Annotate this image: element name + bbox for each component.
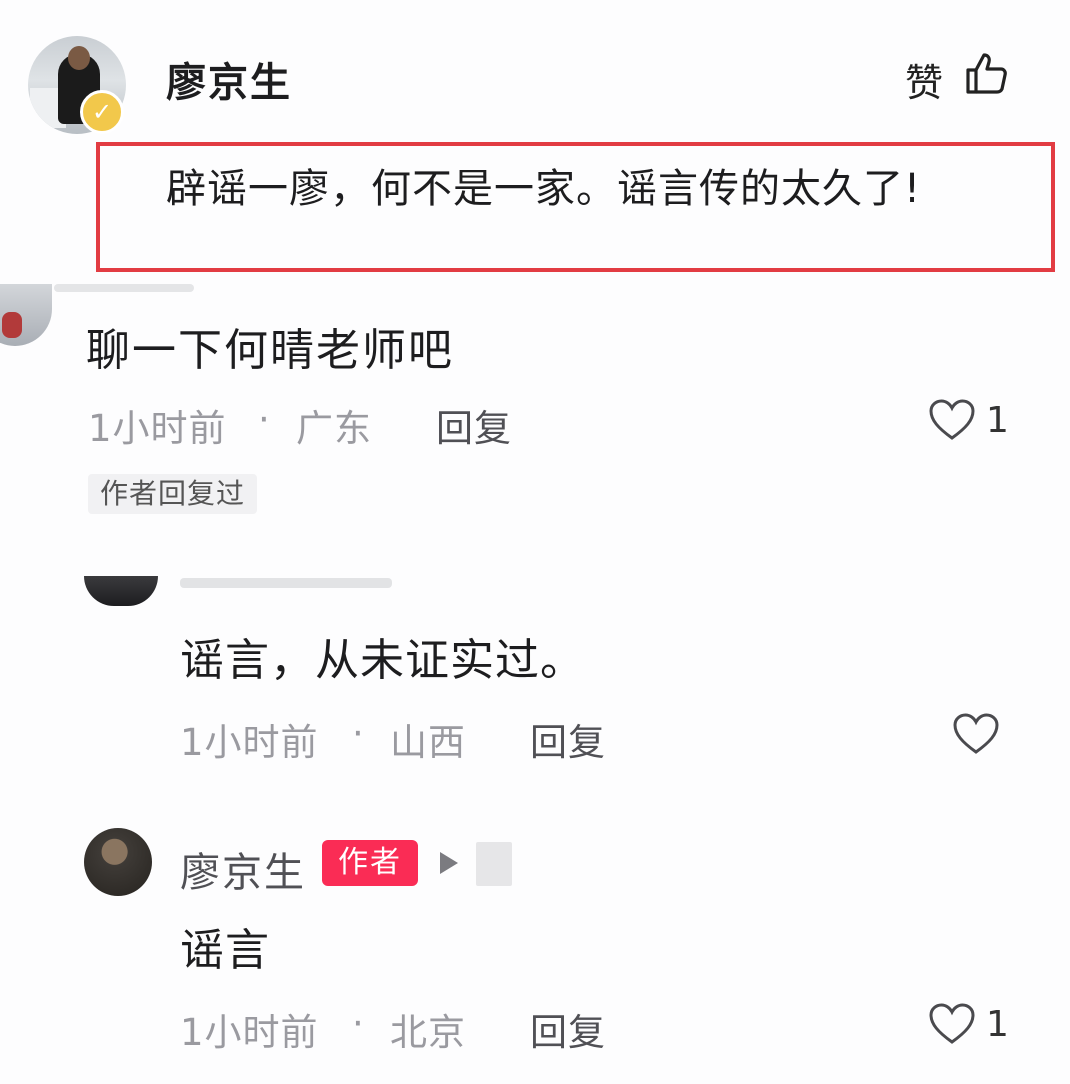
author-reply-avatar[interactable] <box>84 828 152 896</box>
like-label[interactable]: 赞 <box>905 52 943 107</box>
comment-location: 广东 <box>296 407 372 450</box>
reply-avatar[interactable] <box>84 576 158 606</box>
author-reply-location: 北京 <box>390 1011 466 1054</box>
reply-user-name-blurred <box>180 578 392 588</box>
heart-icon <box>953 713 999 754</box>
author-replied-tag: 作者回复过 <box>88 474 258 514</box>
top-comment-text: 辟谣一廖，何不是一家。谣言传的太久了! <box>166 166 922 212</box>
verified-icon: ✓ <box>80 90 124 134</box>
comment-like-button[interactable]: 1 <box>928 398 1009 442</box>
heart-icon <box>929 399 975 440</box>
reply-target-avatar <box>476 842 512 886</box>
meta-separator: · <box>352 712 365 755</box>
author-reply-reply-button[interactable]: 回复 <box>530 1002 606 1056</box>
avatar-detail <box>2 312 22 338</box>
comment-user-name-blurred <box>54 284 194 292</box>
top-comment-user-name[interactable]: 廖京生 <box>166 50 292 108</box>
comment-reply-button[interactable]: 回复 <box>436 398 512 452</box>
avatar-person-head <box>68 46 90 70</box>
author-reply-user-name[interactable]: 廖京生 <box>180 840 306 898</box>
reply-reply-button[interactable]: 回复 <box>530 712 606 766</box>
comment-text: 聊一下何晴老师吧 <box>86 325 454 376</box>
play-icon <box>440 852 458 874</box>
heart-icon <box>929 1003 975 1044</box>
reply-like-button[interactable] <box>952 712 1000 756</box>
reply-location: 山西 <box>390 721 466 764</box>
reply-text: 谣言，从未证实过。 <box>180 635 585 686</box>
meta-separator: · <box>352 1002 365 1045</box>
reply-time: 1小时前 <box>180 721 319 764</box>
author-reply-like-button[interactable]: 1 <box>928 1002 1009 1046</box>
comment-like-count: 1 <box>986 399 1009 441</box>
comment-time: 1小时前 <box>88 407 227 450</box>
comment-avatar[interactable] <box>0 284 52 346</box>
author-tag: 作者 <box>322 840 418 886</box>
author-reply-text: 谣言 <box>180 925 270 976</box>
meta-separator: · <box>258 398 271 441</box>
author-reply-like-count: 1 <box>986 1003 1009 1045</box>
thumbs-up-icon[interactable] <box>962 50 1010 98</box>
author-reply-time: 1小时前 <box>180 1011 319 1054</box>
